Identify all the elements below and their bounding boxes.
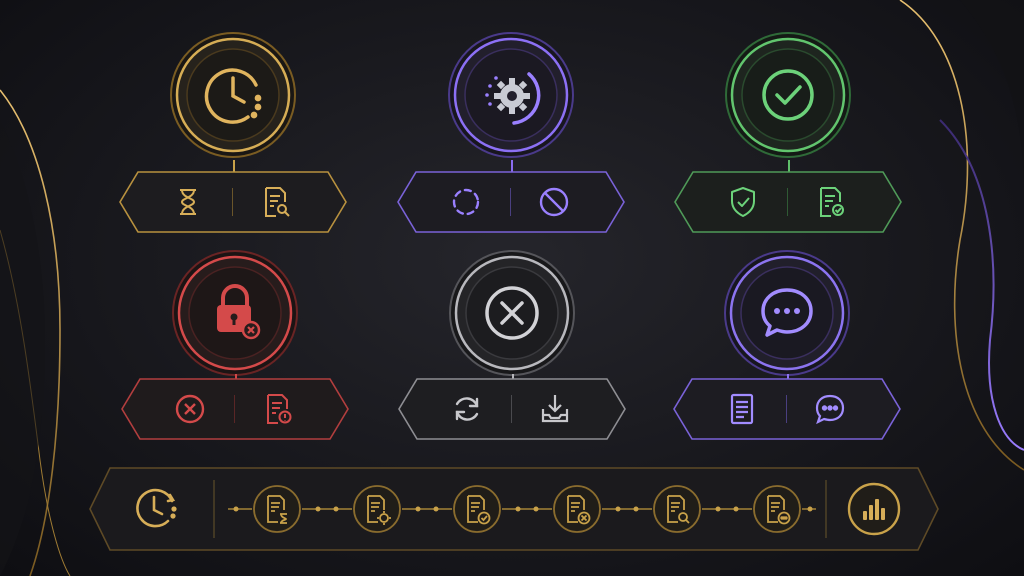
document-alert-button[interactable]: [258, 389, 298, 429]
document-check-icon: [820, 187, 844, 217]
document-search-icon: [653, 485, 701, 533]
cancelled-medallion[interactable]: [447, 248, 577, 378]
pending-action-bar: [118, 170, 348, 234]
divider: [787, 188, 788, 216]
document-check-icon: [453, 485, 501, 533]
workflow-timeline: [88, 466, 940, 552]
timeline-step-hourglass[interactable]: [252, 484, 302, 534]
refresh-button[interactable]: [447, 389, 487, 429]
download-tray-icon: [541, 395, 569, 423]
approved-medallion[interactable]: [723, 30, 853, 160]
processing-action-bar: [396, 170, 626, 234]
analytics-button[interactable]: [846, 481, 902, 537]
document-hourglass-icon: [253, 485, 301, 533]
approved-action-bar: [673, 170, 903, 234]
refresh-icon: [455, 397, 479, 421]
document-search-icon: [265, 187, 290, 217]
block-button[interactable]: [534, 182, 574, 222]
timeline-step-reject[interactable]: [552, 484, 602, 534]
document-x-icon: [553, 485, 601, 533]
loading-circle-icon: [452, 188, 480, 216]
hourglass-button[interactable]: [168, 182, 208, 222]
divider: [510, 188, 511, 216]
timeline-step-review[interactable]: [652, 484, 702, 534]
timeline-step-gear[interactable]: [352, 484, 402, 534]
x-circle-icon: [175, 394, 205, 424]
divider: [511, 395, 512, 423]
timeline-start-button[interactable]: [128, 481, 184, 537]
divider: [232, 188, 233, 216]
processing-medallion[interactable]: [446, 30, 576, 160]
pending-medallion[interactable]: [168, 30, 298, 160]
chat-bubble-icon: [815, 394, 845, 425]
document-check-button[interactable]: [811, 182, 851, 222]
document-gear-icon: [353, 485, 401, 533]
hourglass-icon: [180, 189, 196, 215]
timeline-step-comment[interactable]: [752, 484, 802, 534]
timeline-step-check[interactable]: [452, 484, 502, 534]
chat-button[interactable]: [810, 389, 850, 429]
locked-action-bar: [120, 377, 350, 441]
messages-action-bar: [672, 377, 902, 441]
loading-button[interactable]: [446, 182, 486, 222]
divider: [234, 395, 235, 423]
bar-chart-icon: [847, 482, 901, 536]
locked-medallion[interactable]: [170, 248, 300, 378]
block-icon: [539, 187, 569, 217]
messages-medallion[interactable]: [722, 248, 852, 378]
document-lines-button[interactable]: [722, 389, 762, 429]
cancelled-action-bar: [397, 377, 627, 441]
dismiss-button[interactable]: [170, 389, 210, 429]
divider: [786, 395, 787, 423]
shield-button[interactable]: [723, 182, 763, 222]
document-chat-icon: [753, 485, 801, 533]
clock-history-icon: [136, 488, 177, 528]
document-search-button[interactable]: [256, 182, 296, 222]
shield-check-icon: [731, 187, 755, 217]
download-button[interactable]: [535, 389, 575, 429]
document-lines-icon: [730, 393, 754, 425]
document-alert-icon: [267, 394, 292, 424]
